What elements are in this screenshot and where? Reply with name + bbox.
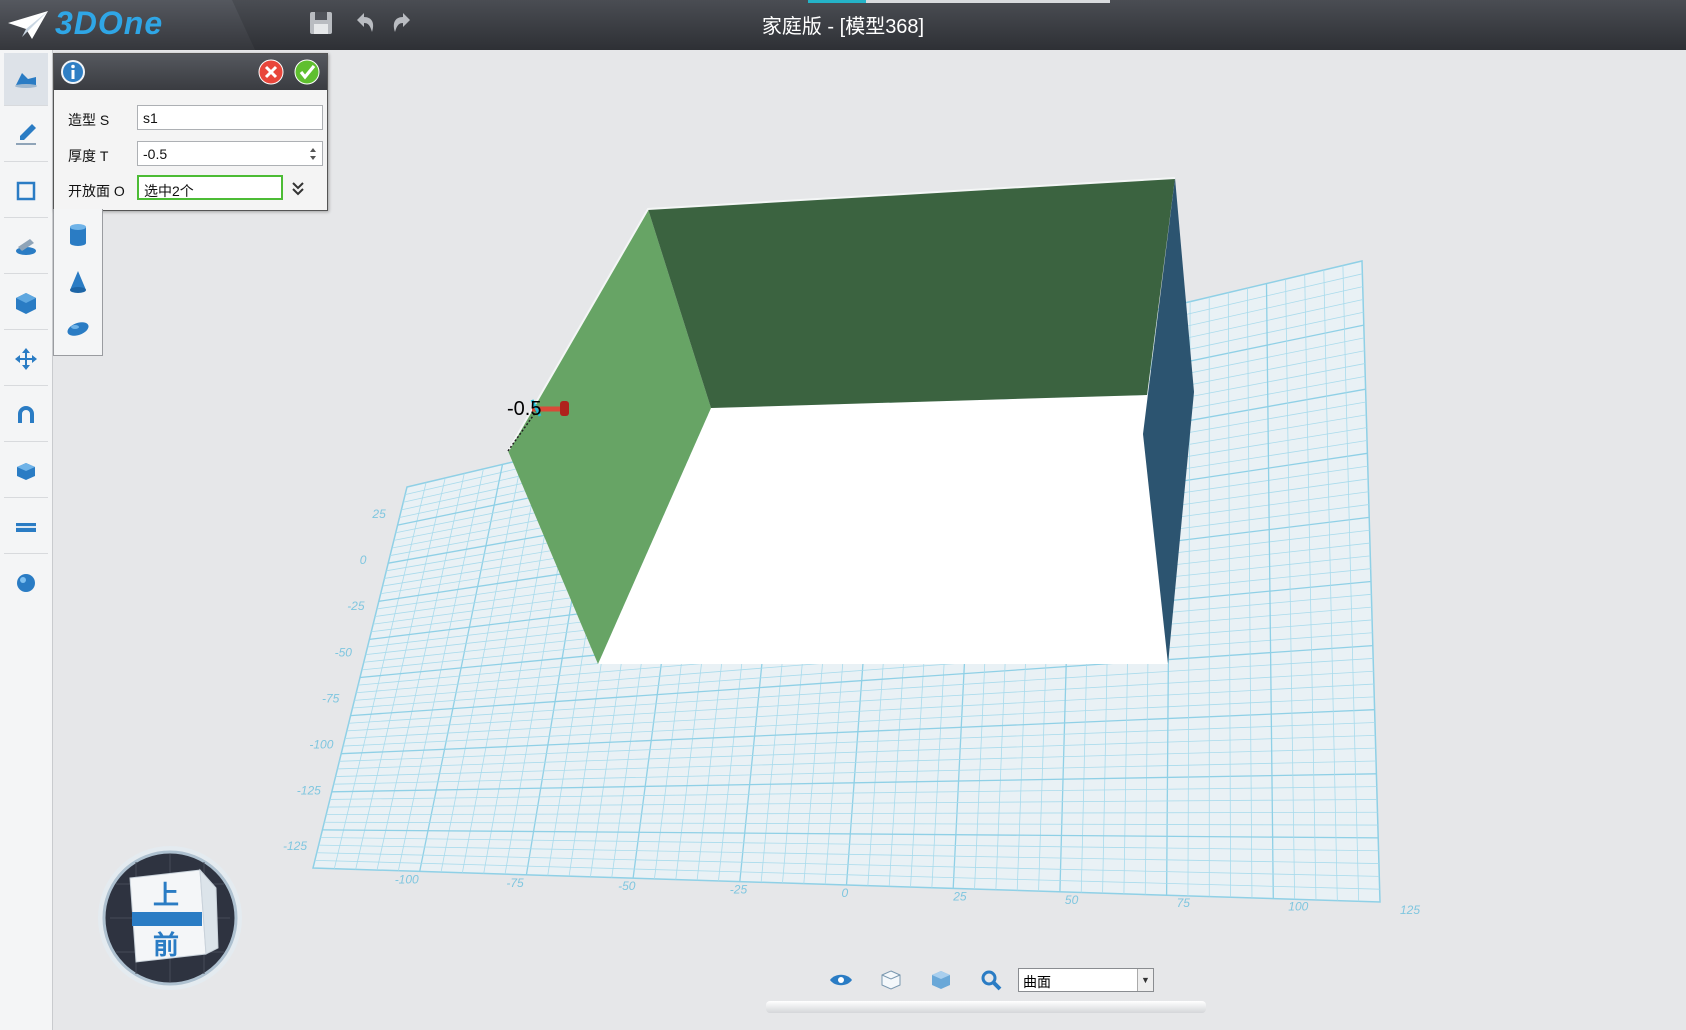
render-icon: [17, 574, 35, 592]
wireframe-button[interactable]: [878, 967, 904, 993]
filter-value: 曲面: [1023, 974, 1051, 990]
special-feature-button[interactable]: [4, 277, 48, 330]
sketch-edit-icon: [16, 181, 36, 201]
eye-icon: [830, 974, 852, 986]
field-label-thickness: 厚度 T: [68, 148, 109, 164]
sketch-button[interactable]: [4, 109, 48, 162]
field-label-shape: 造型 S: [68, 112, 110, 128]
info-icon[interactable]: [60, 59, 86, 85]
grid-x-label: -25: [730, 883, 748, 897]
left-toolbar: [0, 50, 53, 1030]
cylinder-button[interactable]: [62, 215, 94, 255]
grid-y-label: 25: [371, 507, 386, 521]
grid-x-label: -100: [395, 872, 419, 886]
assembly-button[interactable]: [4, 389, 48, 442]
grid-x-label: 50: [1065, 893, 1079, 907]
window-title: 家庭版 - [模型368]: [761, 16, 925, 38]
grid-x-label: 75: [1177, 896, 1191, 910]
dimension-label[interactable]: -0.5: [507, 398, 541, 421]
bottom-tray: [766, 1001, 1206, 1013]
assembly-icon: [18, 406, 34, 423]
field-label-open-faces: 开放面 O: [68, 183, 125, 199]
measure-icon: [16, 523, 36, 532]
ellipsoid-button[interactable]: [62, 309, 94, 349]
view-cube[interactable]: 上 前: [96, 844, 244, 992]
transform-button[interactable]: [4, 333, 48, 386]
cone-button[interactable]: [62, 262, 94, 302]
expand-chevron-icon[interactable]: [290, 180, 306, 198]
special-feature-icon: [16, 293, 36, 314]
grid-x-label: 125: [1400, 903, 1420, 917]
grid-y-label: -25: [347, 599, 365, 613]
title-accent-highlight: [808, 0, 866, 3]
cylinder-icon: [70, 224, 86, 246]
thickness-value: -0.5: [143, 146, 168, 162]
sketch-edit-button[interactable]: [4, 165, 48, 218]
wireframe-cube-icon: [881, 970, 901, 990]
title-bar: 3DOne 家庭版 - [模型368]: [0, 0, 1686, 50]
chevron-down-icon[interactable]: ▼: [1137, 969, 1153, 991]
bottom-toolbar: 曲面 ▼: [766, 955, 1206, 1015]
feature-button[interactable]: [4, 221, 48, 274]
grid-y-label: -50: [335, 645, 353, 659]
sketch-icon: [16, 124, 36, 145]
selection-filter-select[interactable]: 曲面 ▼: [1018, 968, 1154, 992]
ellipsoid-icon: [67, 322, 89, 336]
grid-y-label: -125: [297, 783, 321, 797]
basic-shapes-icon: [15, 73, 37, 88]
zoom-icon: [981, 970, 1002, 991]
grid-x-label: -50: [618, 879, 636, 893]
grid-x-label: -75: [506, 876, 524, 890]
grid-y-label: -75: [322, 691, 340, 705]
combine-icon: [17, 463, 35, 480]
grid-x-label: 100: [1288, 900, 1308, 914]
shapes-sub-toolbar: [53, 209, 103, 356]
grid-x-label: -125: [283, 839, 307, 853]
back-wall-face[interactable]: [648, 178, 1175, 408]
open-faces-input[interactable]: 选中2个: [137, 175, 283, 200]
shape-input[interactable]: s1: [137, 105, 323, 130]
cancel-button[interactable]: [258, 59, 284, 85]
solid-view-button[interactable]: [928, 967, 954, 993]
grid-x-label: 0: [842, 886, 849, 900]
view-cube-front-label[interactable]: 前: [153, 930, 179, 960]
panel-header: [54, 54, 327, 90]
basic-shapes-button[interactable]: [4, 53, 48, 106]
grid-y-label: 0: [360, 553, 367, 567]
transform-icon: [15, 348, 37, 370]
confirm-button[interactable]: [294, 59, 320, 85]
grid-y-label: -100: [309, 737, 333, 751]
measure-button[interactable]: [4, 501, 48, 554]
zoom-button[interactable]: [978, 967, 1004, 993]
eye-button[interactable]: [828, 967, 854, 993]
grid-x-label: 25: [952, 889, 967, 903]
thickness-input[interactable]: -0.5: [137, 141, 323, 166]
view-cube-top-label[interactable]: 上: [153, 880, 179, 910]
cone-icon: [70, 271, 86, 293]
combine-button[interactable]: [4, 445, 48, 498]
shell-feature-panel: 造型 S s1 厚度 T -0.5 开放面 O 选中2个: [53, 53, 328, 211]
feature-icon: [16, 239, 36, 255]
render-button[interactable]: [4, 557, 48, 609]
solid-cube-icon: [932, 971, 950, 989]
spinner-icon[interactable]: [309, 146, 317, 162]
